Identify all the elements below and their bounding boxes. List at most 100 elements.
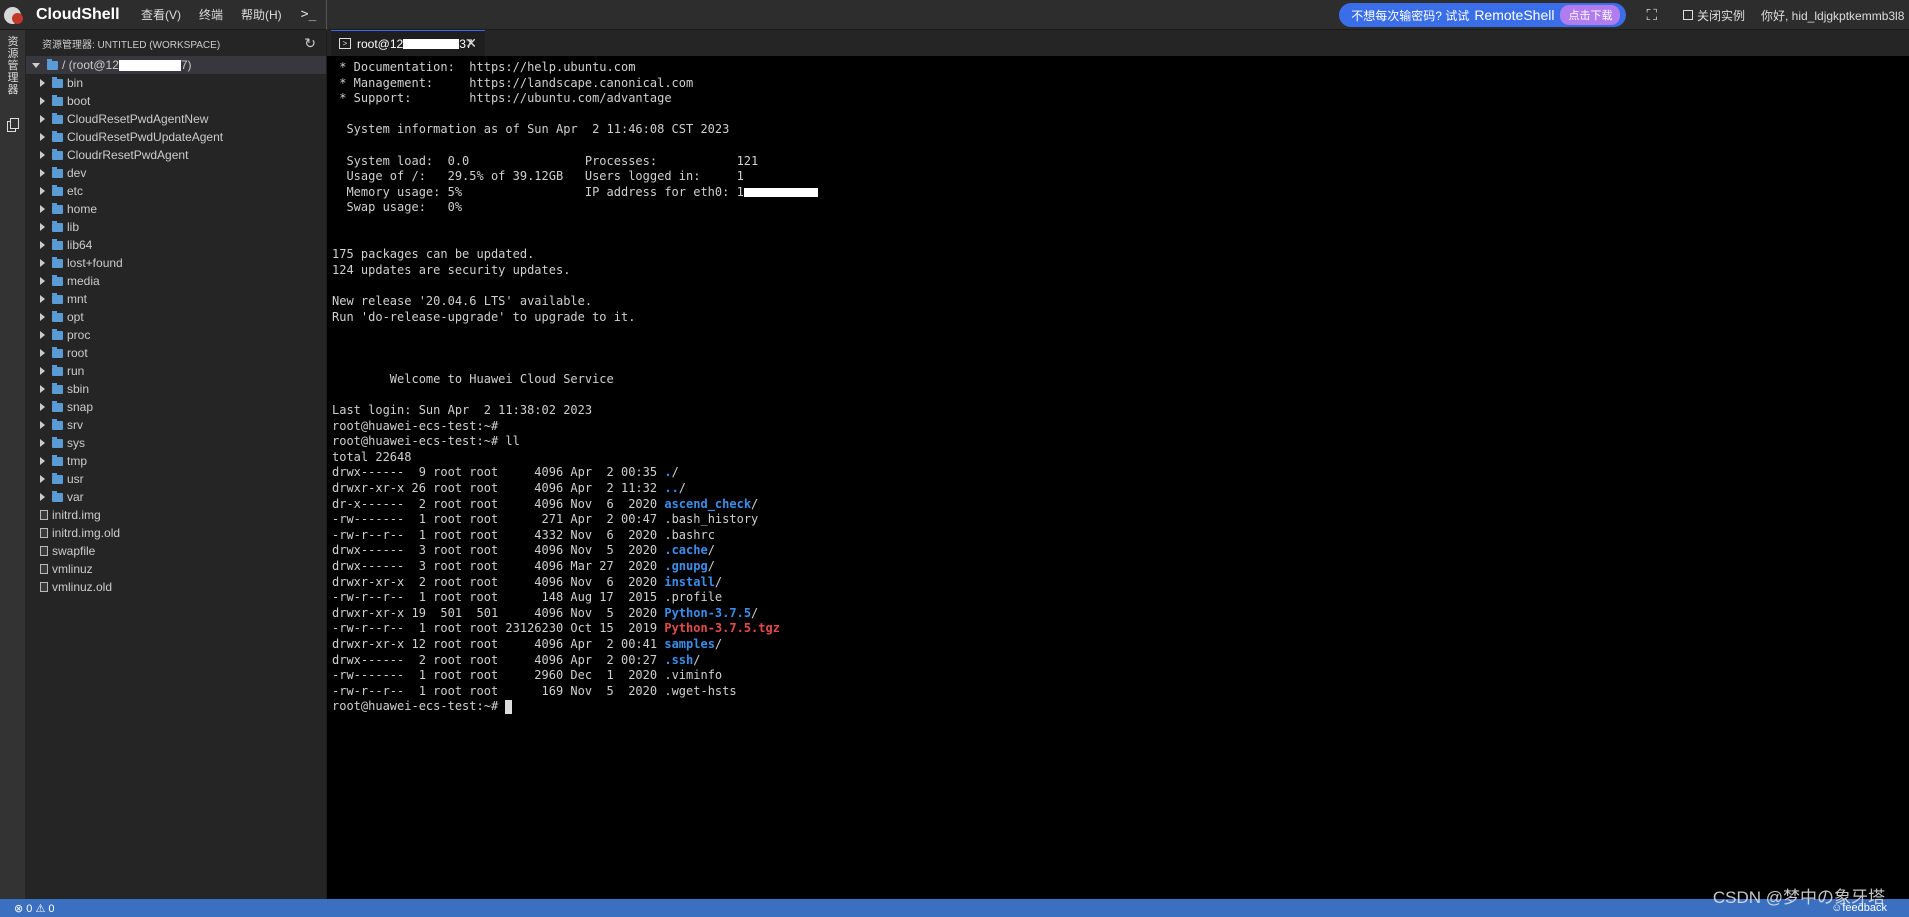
promo-text: 不想每次输密码? 试试 bbox=[1351, 8, 1470, 23]
tree-folder-label: sbin bbox=[67, 382, 90, 396]
folder-icon bbox=[52, 328, 63, 340]
tree-file[interactable]: initrd.img bbox=[26, 506, 326, 524]
tree-folder[interactable]: usr bbox=[26, 470, 326, 488]
folder-icon bbox=[52, 436, 63, 448]
terminal-line-text: root@huawei-ecs-test:~# ll bbox=[332, 434, 520, 449]
tree-folder[interactable]: opt bbox=[26, 308, 326, 326]
terminal-line-text: * Support: https://ubuntu.com/advantage bbox=[332, 91, 672, 106]
terminal-line: System load: 0.0 Processes: 121 bbox=[332, 154, 1909, 170]
tree-folder[interactable]: CloudResetPwdUpdateAgent bbox=[26, 128, 326, 146]
tree-file-label: initrd.img bbox=[52, 508, 101, 522]
listing-meta: drwxr-xr-x 2 root root 4096 Nov 6 2020 bbox=[332, 574, 665, 589]
terminal-line-text: System load: 0.0 Processes: 121 bbox=[332, 153, 759, 168]
terminal-line: System information as of Sun Apr 2 11:46… bbox=[332, 122, 1909, 138]
refresh-icon[interactable]: ↻ bbox=[304, 35, 316, 52]
terminal-line-text: Swap usage: 0% bbox=[332, 200, 463, 215]
chevron-right-icon bbox=[40, 187, 45, 195]
terminal-line: 124 updates are security updates. bbox=[332, 263, 1909, 279]
problems-indicator[interactable]: ⊗ 0 ⚠ 0 bbox=[0, 902, 54, 915]
listing-meta: -rw-r--r-- 1 root root 169 Nov 5 2020 bbox=[332, 683, 665, 698]
tree-folder[interactable]: media bbox=[26, 272, 326, 290]
tree-folder[interactable]: CloudResetPwdAgentNew bbox=[26, 110, 326, 128]
remoteshell-promo[interactable]: 不想每次输密码? 试试 RemoteShell 点击下载 bbox=[1339, 3, 1627, 27]
user-greeting[interactable]: 你好, hid_ldjgkptkemmb3l8 bbox=[1761, 7, 1909, 24]
top-bar: CloudShell 查看(V) 终端 帮助(H) >_ 不想每次输密码? 试试… bbox=[0, 0, 1909, 30]
terminal-line-text: 124 updates are security updates. bbox=[332, 262, 571, 277]
terminal-line-text: 175 packages can be updated. bbox=[332, 247, 535, 262]
tree-folder-label: boot bbox=[67, 94, 91, 108]
folder-icon bbox=[52, 400, 63, 412]
new-terminal-icon[interactable]: >_ bbox=[291, 0, 328, 30]
tree-folder[interactable]: lost+found bbox=[26, 254, 326, 272]
menu-bar: 查看(V) 终端 帮助(H) >_ bbox=[131, 0, 328, 30]
tree-folder[interactable]: var bbox=[26, 488, 326, 506]
tree-folder[interactable]: bin bbox=[26, 74, 326, 92]
tree-file[interactable]: swapfile bbox=[26, 542, 326, 560]
promo-download-button[interactable]: 点击下载 bbox=[1560, 5, 1621, 25]
tree-folder[interactable]: sys bbox=[26, 434, 326, 452]
tree-folder[interactable]: tmp bbox=[26, 452, 326, 470]
folder-icon bbox=[52, 130, 63, 142]
terminal-line: Welcome to Huawei Cloud Service bbox=[332, 372, 1909, 388]
listing-meta: -rw------- 1 root root 271 Apr 2 00:47 bbox=[332, 512, 665, 527]
fullscreen-icon[interactable]: ⛶ bbox=[1646, 7, 1657, 24]
app-title: CloudShell bbox=[36, 5, 120, 23]
tree-root[interactable]: / (root@12 7) bbox=[26, 56, 326, 74]
file-icon bbox=[40, 546, 48, 556]
listing-row: dr-x------ 2 root root 4096 Nov 6 2020 a… bbox=[332, 497, 1909, 513]
tree-folder[interactable]: lib bbox=[26, 218, 326, 236]
chevron-down-icon bbox=[32, 62, 40, 68]
menu-help[interactable]: 帮助(H) bbox=[232, 0, 291, 30]
tree-file[interactable]: initrd.img.old bbox=[26, 524, 326, 542]
tree-folder-label: CloudResetPwdUpdateAgent bbox=[67, 130, 224, 144]
tree-file[interactable]: vmlinuz.old bbox=[26, 578, 326, 596]
tree-file-label: initrd.img.old bbox=[52, 526, 121, 540]
tree-file-label: swapfile bbox=[52, 544, 96, 558]
menu-terminal[interactable]: 终端 bbox=[190, 0, 232, 30]
folder-icon bbox=[52, 490, 63, 502]
listing-meta: -rw-r--r-- 1 root root 4332 Nov 6 2020 bbox=[332, 527, 665, 542]
terminal-prompt-line[interactable]: root@huawei-ecs-test:~# bbox=[332, 699, 1909, 715]
listing-meta: drwx------ 3 root root 4096 Nov 5 2020 bbox=[332, 543, 665, 558]
tree-file[interactable]: vmlinuz bbox=[26, 560, 326, 578]
chevron-right-icon bbox=[40, 97, 45, 105]
tree-folder[interactable]: mnt bbox=[26, 290, 326, 308]
tree-folder[interactable]: CloudrResetPwdAgent bbox=[26, 146, 326, 164]
terminal-line: * Support: https://ubuntu.com/advantage bbox=[332, 91, 1909, 107]
close-instance-icon bbox=[1682, 10, 1693, 20]
tree-file-label: vmlinuz.old bbox=[52, 580, 113, 594]
tree-folder[interactable]: lib64 bbox=[26, 236, 326, 254]
chevron-right-icon bbox=[40, 277, 45, 285]
listing-row: drwx------ 3 root root 4096 Nov 5 2020 .… bbox=[332, 543, 1909, 559]
chevron-right-icon bbox=[40, 169, 45, 177]
tree-folder[interactable]: srv bbox=[26, 416, 326, 434]
close-instance-button[interactable]: 关闭实例 bbox=[1682, 7, 1745, 24]
tree-folder[interactable]: snap bbox=[26, 398, 326, 416]
tree-folder[interactable]: sbin bbox=[26, 380, 326, 398]
terminal-output[interactable]: * Documentation: https://help.ubuntu.com… bbox=[327, 56, 1909, 899]
tree-folder[interactable]: dev bbox=[26, 164, 326, 182]
tab-terminal[interactable]: > root@12 37 ✕ bbox=[331, 30, 485, 56]
activity-explorer-label[interactable]: 资源管理器 bbox=[6, 36, 20, 96]
listing-meta: drwx------ 3 root root 4096 Mar 27 2020 bbox=[332, 559, 665, 573]
listing-suffix: / bbox=[707, 559, 715, 573]
tree-folder[interactable]: proc bbox=[26, 326, 326, 344]
tree-folder[interactable]: root bbox=[26, 344, 326, 362]
chevron-right-icon bbox=[40, 331, 45, 339]
tree-folder[interactable]: home bbox=[26, 200, 326, 218]
tree-folder[interactable]: run bbox=[26, 362, 326, 380]
tree-folder-label: mnt bbox=[67, 292, 88, 306]
tree-folder[interactable]: boot bbox=[26, 92, 326, 110]
listing-name: .profile bbox=[664, 590, 723, 605]
close-icon[interactable]: ✕ bbox=[465, 35, 477, 52]
tree-folder[interactable]: etc bbox=[26, 182, 326, 200]
files-icon[interactable] bbox=[7, 118, 19, 132]
menu-view[interactable]: 查看(V) bbox=[131, 0, 190, 30]
promo-brand: RemoteShell bbox=[1474, 7, 1555, 23]
terminal-line: Memory usage: 5% IP address for eth0: 1 bbox=[332, 185, 1909, 201]
tree-folder-label: dev bbox=[67, 166, 87, 180]
terminal-line-text: Memory usage: 5% IP address for eth0: 1 bbox=[332, 184, 744, 199]
